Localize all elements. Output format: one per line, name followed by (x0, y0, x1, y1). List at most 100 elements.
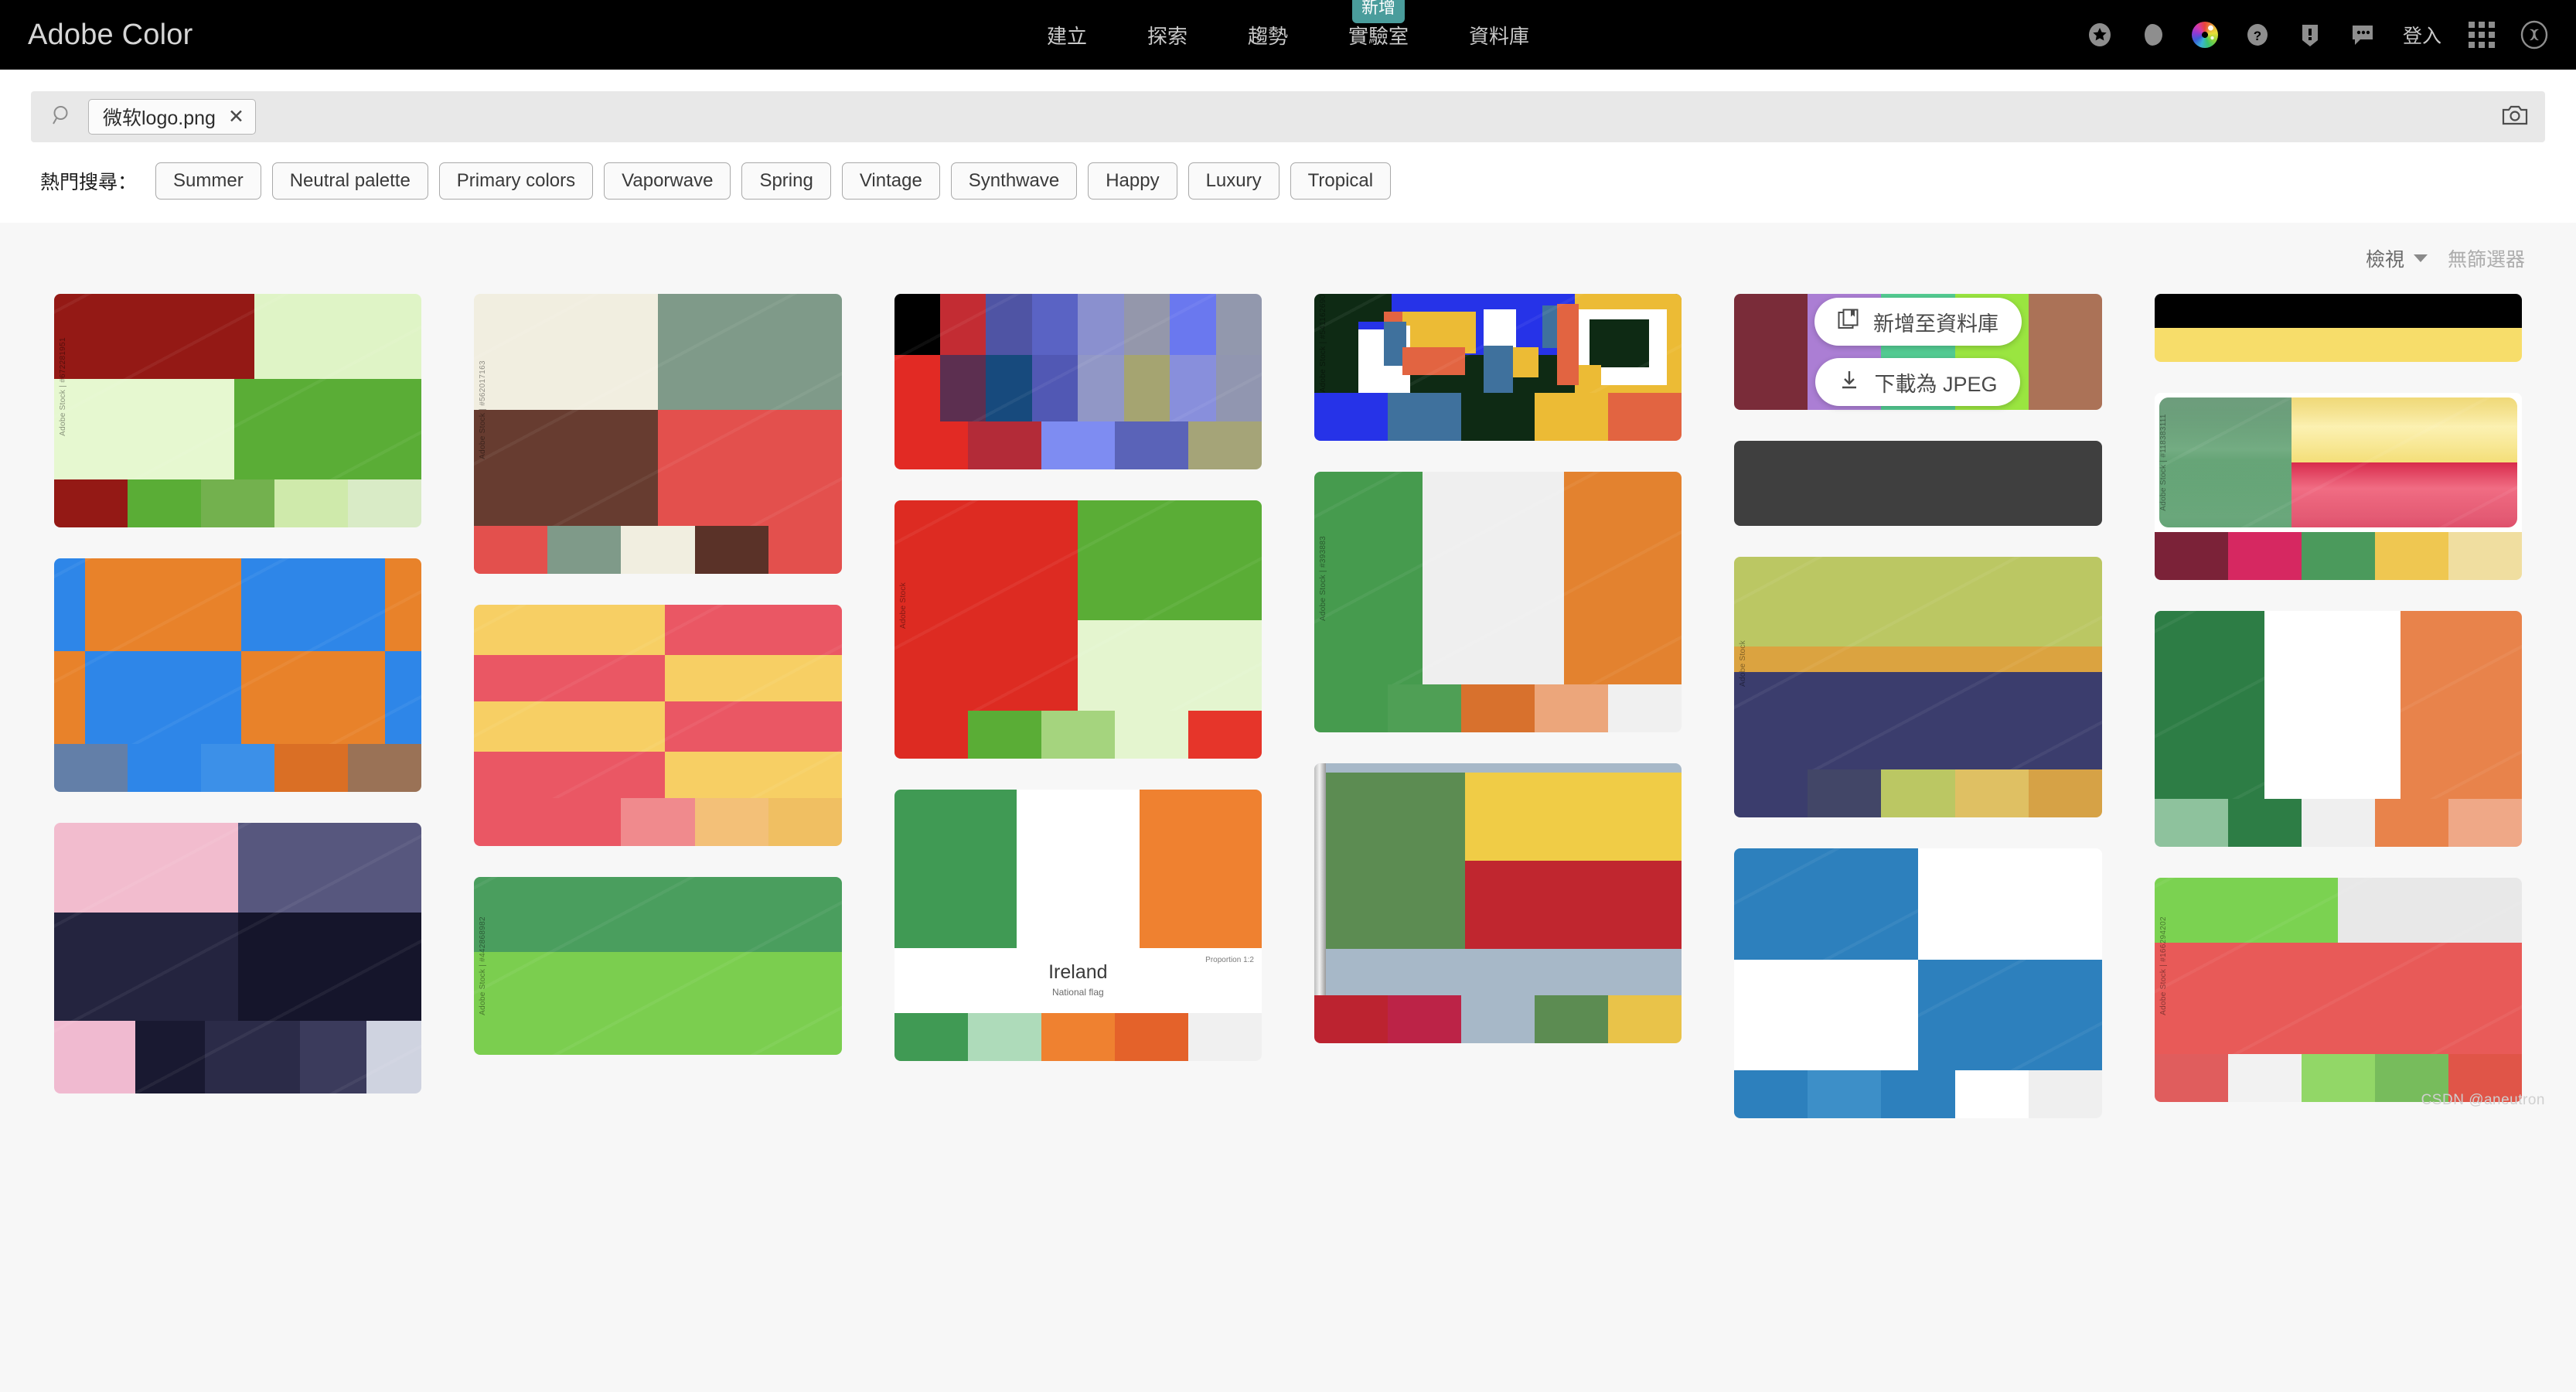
palette-card-benin[interactable] (1314, 763, 1682, 1043)
popular-searches-label: 熱門搜尋： (40, 172, 138, 193)
nav-item-create[interactable]: 建立 (1044, 16, 1090, 54)
palette-image: Adobe Stock (894, 500, 1262, 711)
camera-icon[interactable] (2502, 104, 2528, 130)
palette-card-ireland[interactable]: Proportion 1:2 Ireland National flag (894, 790, 1262, 1061)
palette-image: Adobe Stock | #166294202 (2154, 878, 2522, 1054)
palette-thumb (54, 823, 422, 1093)
search-chip[interactable]: 微软logo.png ✕ (88, 99, 256, 135)
palette-thumb (474, 605, 842, 846)
swatch-strip (894, 421, 1262, 469)
palette-image: Adobe Stock | #118383111 (2154, 393, 2522, 532)
tag-primary-colors[interactable]: Primary colors (438, 162, 594, 200)
palette-thumb: Adobe Stock | #393883 (1314, 472, 1682, 732)
card-hover-overlay: 新增至資料庫 下載為 JPEG (1734, 294, 2101, 410)
palette-image: Adobe Stock | #672281951 (54, 294, 422, 479)
swatch-strip (474, 526, 842, 574)
tag-happy[interactable]: Happy (1088, 162, 1177, 200)
topbar-actions: ? 登入 (2084, 19, 2550, 50)
palette-image (474, 605, 842, 798)
swatch-strip (2154, 532, 2522, 580)
palette-image: Adobe Stock (1734, 557, 2102, 769)
nav-label: 資料庫 (1469, 24, 1530, 48)
palette-card[interactable] (1734, 848, 2102, 1118)
palette-thumb (1734, 441, 2102, 526)
filter-button[interactable]: 無篩選器 (2448, 244, 2525, 272)
palette-card[interactable]: Adobe Stock | #393883 (1314, 472, 1682, 732)
nav-item-trends[interactable]: 趨勢 (1245, 16, 1291, 54)
palette-card[interactable]: Adobe Stock (894, 500, 1262, 759)
palette-card-hovered[interactable]: 新增至資料庫 下載為 JPEG (1734, 294, 2102, 410)
nav-item-lab[interactable]: 新增 實驗室 (1345, 0, 1412, 54)
swatch-strip (54, 744, 422, 792)
palette-thumb: Adobe Stock | #442868982 (474, 877, 842, 1055)
palette-thumb: Proportion 1:2 Ireland National flag (894, 790, 1262, 1061)
palette-card[interactable] (474, 605, 842, 846)
search-bar[interactable]: 微软logo.png ✕ (31, 91, 2545, 142)
feedback-chat-icon[interactable] (2347, 19, 2378, 50)
palette-card[interactable] (54, 823, 422, 1093)
palette-card[interactable] (1734, 441, 2102, 526)
palette-thumb (1734, 848, 2102, 1118)
palette-card[interactable]: Adobe Stock | #672281951 (54, 294, 422, 527)
swatch-strip (1734, 1070, 2102, 1118)
palette-card[interactable] (2154, 294, 2522, 362)
download-jpeg-button[interactable]: 下載為 JPEG (1815, 358, 2021, 406)
swatch-strip (894, 1012, 1262, 1061)
palette-image (54, 823, 422, 1093)
palette-thumb: Adobe Stock (1734, 557, 2102, 817)
palette-image (894, 790, 1262, 948)
tag-luxury[interactable]: Luxury (1187, 162, 1279, 200)
swatch-strip (894, 711, 1262, 759)
swatch-strip (54, 479, 422, 527)
palette-card[interactable] (894, 294, 1262, 469)
palette-image: Adobe Stock | #393883 (1314, 472, 1682, 684)
palette-image (1734, 848, 2102, 1070)
palette-card-benin-glossy[interactable]: Adobe Stock | #118383111 (2154, 393, 2522, 580)
notification-icon[interactable] (2295, 19, 2326, 50)
close-icon[interactable]: ✕ (228, 107, 244, 127)
palette-card[interactable]: Adobe Stock | #541162690 (1314, 294, 1682, 441)
palette-card[interactable] (2154, 611, 2522, 847)
palette-thumb (894, 294, 1262, 469)
contrast-theme-icon[interactable] (2137, 19, 2168, 50)
palette-image (1734, 441, 2102, 526)
palette-image (1314, 763, 1682, 995)
star-icon[interactable] (2084, 19, 2115, 50)
tag-vintage[interactable]: Vintage (841, 162, 940, 200)
chevron-down-icon (2413, 254, 2428, 262)
svg-text:?: ? (2254, 29, 2261, 43)
palette-card[interactable]: Adobe Stock | #562017163 (474, 294, 842, 574)
help-icon[interactable]: ? (2242, 19, 2273, 50)
color-wheel-icon[interactable] (2189, 19, 2220, 50)
results-toolbar: 檢視 無篩選器 (31, 223, 2545, 294)
adobe-cc-logo-icon[interactable] (2519, 19, 2550, 50)
add-to-library-button[interactable]: 新增至資料庫 (1814, 298, 2022, 346)
search-chip-label: 微软logo.png (103, 107, 216, 129)
view-dropdown[interactable]: 檢視 (2366, 244, 2428, 272)
tag-summer[interactable]: Summer (155, 162, 261, 200)
tag-tropical[interactable]: Tropical (1290, 162, 1392, 200)
palette-thumb (2154, 294, 2522, 362)
tag-spring[interactable]: Spring (741, 162, 831, 200)
swatch-strip (474, 798, 842, 846)
palette-card[interactable]: Adobe Stock (1734, 557, 2102, 817)
nav-item-library[interactable]: 資料庫 (1466, 16, 1532, 54)
sign-in-button[interactable]: 登入 (2400, 21, 2445, 49)
tag-synthwave[interactable]: Synthwave (950, 162, 1078, 200)
palette-image: Adobe Stock | #541162690 (1314, 294, 1682, 393)
palette-image (54, 558, 422, 744)
palette-image (894, 294, 1262, 421)
tag-neutral-palette[interactable]: Neutral palette (271, 162, 428, 200)
palette-card[interactable]: Adobe Stock | #442868982 (474, 877, 842, 1055)
search-section: 微软logo.png ✕ (0, 70, 2576, 142)
palette-thumb: Adobe Stock | #672281951 (54, 294, 422, 527)
palette-card[interactable] (54, 558, 422, 792)
nav-item-explore[interactable]: 探索 (1144, 16, 1191, 54)
swatch-strip (1314, 684, 1682, 732)
tag-vaporwave[interactable]: Vaporwave (604, 162, 731, 200)
view-label: 檢視 (2365, 249, 2404, 271)
app-grid-icon[interactable] (2466, 19, 2497, 50)
swatch-strip (1314, 393, 1682, 441)
flag-subtitle: National flag (1051, 986, 1104, 998)
palette-card[interactable]: Adobe Stock | #166294202 (2154, 878, 2522, 1102)
